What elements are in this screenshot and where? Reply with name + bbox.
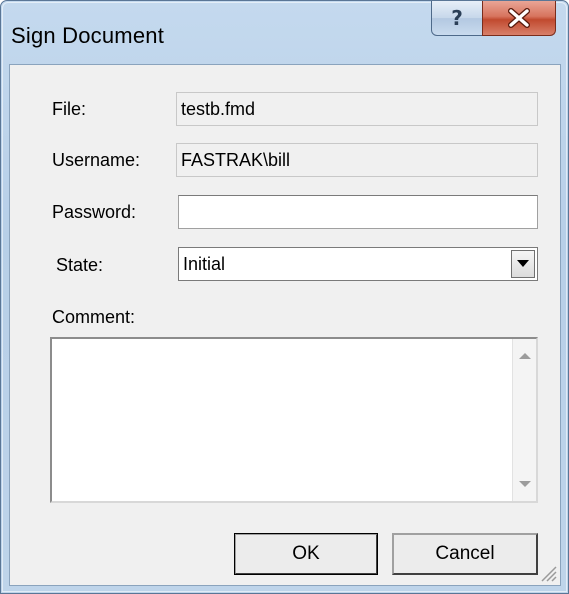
chevron-down-icon bbox=[517, 260, 529, 267]
dialog-title: Sign Document bbox=[11, 23, 165, 48]
password-input[interactable] bbox=[178, 195, 538, 229]
sign-document-dialog: Sign Document ? File: testb.fmd Username… bbox=[0, 0, 569, 594]
state-dropdown[interactable]: Initial bbox=[178, 247, 538, 281]
comment-scrollbar[interactable] bbox=[512, 339, 536, 501]
username-label: Username: bbox=[52, 150, 141, 170]
file-label: File: bbox=[52, 99, 87, 119]
state-selected-value: Initial bbox=[183, 254, 226, 274]
password-label: Password: bbox=[52, 202, 137, 222]
question-mark-icon: ? bbox=[451, 6, 463, 30]
title-bar[interactable]: Sign Document ? bbox=[1, 1, 568, 63]
resize-grip-icon[interactable] bbox=[538, 563, 558, 583]
close-icon bbox=[508, 8, 530, 28]
close-button[interactable] bbox=[482, 1, 556, 36]
file-field: testb.fmd bbox=[176, 92, 538, 126]
help-button[interactable]: ? bbox=[431, 1, 483, 36]
ok-button[interactable]: OK bbox=[234, 533, 378, 575]
cancel-button[interactable]: Cancel bbox=[392, 533, 538, 575]
dropdown-arrow-button[interactable] bbox=[511, 250, 535, 278]
comment-textarea[interactable] bbox=[50, 337, 538, 503]
dialog-client-area: File: testb.fmd Username: FASTRAK\bill P… bbox=[9, 64, 561, 586]
state-label: State: bbox=[56, 255, 104, 275]
scroll-up-icon[interactable] bbox=[519, 353, 531, 359]
comment-label: Comment: bbox=[52, 307, 136, 327]
scroll-down-icon[interactable] bbox=[519, 481, 531, 487]
username-field: FASTRAK\bill bbox=[176, 143, 538, 177]
